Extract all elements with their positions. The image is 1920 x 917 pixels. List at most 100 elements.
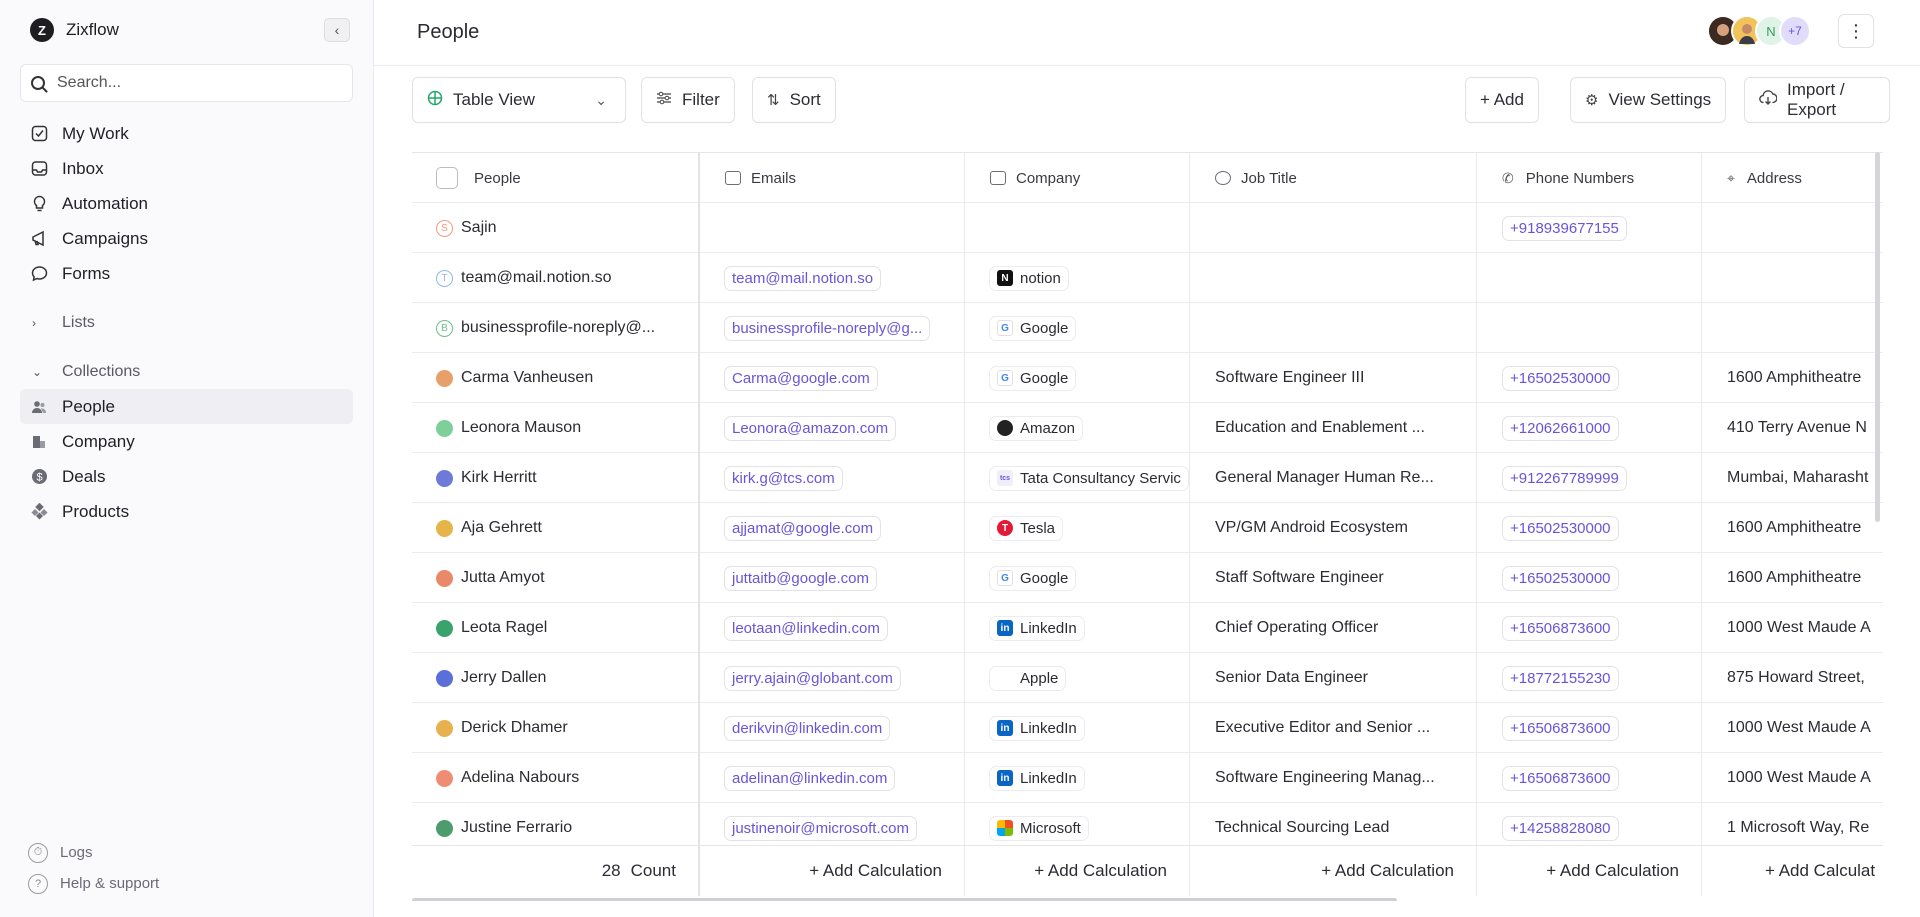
cell-email[interactable]: businessprofile-noreply@g... bbox=[700, 303, 965, 353]
cell-company[interactable]: in LinkedIn bbox=[965, 703, 1190, 753]
phone-chip[interactable]: +16502530000 bbox=[1502, 565, 1619, 591]
nav-item-automation[interactable]: Automation bbox=[20, 186, 353, 221]
table-row[interactable]: S Sajin +918939677155 bbox=[412, 203, 1883, 253]
view-settings-button[interactable]: ⚙ View Settings bbox=[1570, 77, 1727, 123]
cell-email[interactable]: team@mail.notion.so bbox=[700, 253, 965, 303]
cell-address[interactable]: 1600 Amphitheatre bbox=[1702, 353, 1883, 403]
collections-section-header[interactable]: ⌄ Collections bbox=[20, 354, 353, 389]
select-all-checkbox[interactable] bbox=[436, 167, 458, 189]
cell-email[interactable]: juttaitb@google.com bbox=[700, 553, 965, 603]
help-link[interactable]: ? Help & support bbox=[28, 868, 159, 899]
add-calculation-button[interactable]: + Add Calculation bbox=[1190, 846, 1477, 896]
cell-job-title[interactable] bbox=[1190, 303, 1477, 353]
column-header-phone-numbers[interactable]: ✆ Phone Numbers bbox=[1477, 153, 1702, 203]
cell-person-name[interactable]: Bbusinessprofile-noreply@... bbox=[412, 303, 700, 353]
column-header-people[interactable]: People bbox=[412, 153, 700, 203]
cell-person-name[interactable]: Adelina Nabours bbox=[412, 753, 700, 803]
nav-item-campaigns[interactable]: Campaigns bbox=[20, 221, 353, 256]
table-row[interactable]: Adelina Nabours adelinan@linkedin.com in Li… bbox=[412, 753, 1883, 803]
company-chip[interactable]: Amazon bbox=[989, 415, 1084, 441]
view-selector[interactable]: Table View ⌄ bbox=[412, 77, 626, 123]
cell-phone[interactable]: +918939677155 bbox=[1477, 203, 1702, 253]
table-row[interactable]: Tteam@mail.notion.so team@mail.notion.so N… bbox=[412, 253, 1883, 303]
email-chip[interactable]: derikvin@linkedin.com bbox=[724, 715, 891, 741]
email-chip[interactable]: team@mail.notion.so bbox=[724, 265, 882, 291]
company-chip[interactable]: Apple bbox=[989, 665, 1067, 691]
phone-chip[interactable]: +16506873600 bbox=[1502, 765, 1619, 791]
cell-job-title[interactable]: Executive Editor and Senior ... bbox=[1190, 703, 1477, 753]
cell-email[interactable]: jerry.ajain@globant.com bbox=[700, 653, 965, 703]
company-chip[interactable]: G Google bbox=[989, 365, 1077, 391]
cell-job-title[interactable]: Software Engineer III bbox=[1190, 353, 1477, 403]
cell-person-name[interactable]: S Sajin bbox=[412, 203, 700, 253]
company-chip[interactable]: G Google bbox=[989, 315, 1077, 341]
email-chip[interactable]: adelinan@linkedin.com bbox=[724, 765, 896, 791]
nav-item-inbox[interactable]: Inbox bbox=[20, 151, 353, 186]
cell-address[interactable]: 1000 West Maude A bbox=[1702, 753, 1883, 803]
email-chip[interactable]: jerry.ajain@globant.com bbox=[724, 665, 901, 691]
phone-chip[interactable]: +16502530000 bbox=[1502, 515, 1619, 541]
email-chip[interactable]: ajjamat@google.com bbox=[724, 515, 882, 541]
email-chip[interactable]: juttaitb@google.com bbox=[724, 565, 877, 591]
lists-section-header[interactable]: › Lists bbox=[20, 305, 353, 340]
cell-phone[interactable] bbox=[1477, 303, 1702, 353]
cell-job-title[interactable] bbox=[1190, 253, 1477, 303]
table-row[interactable]: Kirk Herritt kirk.g@tcs.com tcs Tata Consul… bbox=[412, 453, 1883, 503]
company-chip[interactable]: Nnotion bbox=[989, 265, 1069, 291]
table-row[interactable]: Carma Vanheusen Carma@google.com G Google So… bbox=[412, 353, 1883, 403]
more-avatars-badge[interactable]: +7 bbox=[1779, 15, 1811, 47]
cell-address[interactable]: 875 Howard Street, bbox=[1702, 653, 1883, 703]
company-chip[interactable]: in LinkedIn bbox=[989, 715, 1085, 741]
cell-phone[interactable] bbox=[1477, 253, 1702, 303]
cell-phone[interactable]: +16502530000 bbox=[1477, 553, 1702, 603]
add-calculation-button[interactable]: + Add Calculation bbox=[1477, 846, 1702, 896]
collaborator-avatars[interactable]: N +7 bbox=[1707, 15, 1811, 47]
cell-email[interactable]: leotaan@linkedin.com bbox=[700, 603, 965, 653]
cell-address[interactable]: 1000 West Maude A bbox=[1702, 703, 1883, 753]
collection-item-people[interactable]: People bbox=[20, 389, 353, 424]
cell-company[interactable]: in LinkedIn bbox=[965, 753, 1190, 803]
cell-phone[interactable]: +16502530000 bbox=[1477, 353, 1702, 403]
email-chip[interactable]: Leonora@amazon.com bbox=[724, 415, 897, 441]
cell-company[interactable]: Apple bbox=[965, 653, 1190, 703]
cell-company[interactable]: Amazon bbox=[965, 403, 1190, 453]
cell-job-title[interactable]: Education and Enablement ... bbox=[1190, 403, 1477, 453]
nav-item-forms[interactable]: Forms bbox=[20, 256, 353, 291]
cell-person-name[interactable]: Leota Ragel bbox=[412, 603, 700, 653]
cell-person-name[interactable]: Derick Dhamer bbox=[412, 703, 700, 753]
company-chip[interactable]: tcs Tata Consultancy Servic bbox=[989, 465, 1189, 491]
add-calculation-button[interactable]: + Add Calculat bbox=[1702, 846, 1883, 896]
cell-email[interactable]: Carma@google.com bbox=[700, 353, 965, 403]
add-calculation-button[interactable]: + Add Calculation bbox=[965, 846, 1190, 896]
cell-address[interactable]: 1000 West Maude A bbox=[1702, 603, 1883, 653]
cell-job-title[interactable]: Staff Software Engineer bbox=[1190, 553, 1477, 603]
cell-email[interactable]: adelinan@linkedin.com bbox=[700, 753, 965, 803]
cell-company[interactable] bbox=[965, 203, 1190, 253]
table-row[interactable]: Jerry Dallen jerry.ajain@globant.com Apple… bbox=[412, 653, 1883, 703]
table-row[interactable]: Jutta Amyot juttaitb@google.com G Google Sta… bbox=[412, 553, 1883, 603]
cell-job-title[interactable]: VP/GM Android Ecosystem bbox=[1190, 503, 1477, 553]
email-chip[interactable]: leotaan@linkedin.com bbox=[724, 615, 888, 641]
cell-person-name[interactable]: Leonora Mauson bbox=[412, 403, 700, 453]
horizontal-scrollbar[interactable] bbox=[412, 898, 1397, 901]
cell-person-name[interactable]: Jerry Dallen bbox=[412, 653, 700, 703]
company-chip[interactable]: Microsoft bbox=[989, 815, 1089, 841]
cell-phone[interactable]: +16506873600 bbox=[1477, 753, 1702, 803]
cell-job-title[interactable]: Software Engineering Manag... bbox=[1190, 753, 1477, 803]
cell-address[interactable] bbox=[1702, 203, 1883, 253]
phone-chip[interactable]: +912267789999 bbox=[1502, 465, 1627, 491]
company-chip[interactable]: G Google bbox=[989, 565, 1077, 591]
vertical-scrollbar[interactable] bbox=[1875, 152, 1880, 522]
cell-email[interactable]: Leonora@amazon.com bbox=[700, 403, 965, 453]
cell-company[interactable]: G Google bbox=[965, 353, 1190, 403]
phone-chip[interactable]: +16502530000 bbox=[1502, 365, 1619, 391]
cell-phone[interactable]: +16506873600 bbox=[1477, 603, 1702, 653]
table-row[interactable]: Aja Gehrett ajjamat@google.com T Tesla VP/GM… bbox=[412, 503, 1883, 553]
cell-company[interactable]: tcs Tata Consultancy Servic bbox=[965, 453, 1190, 503]
table-row[interactable]: Derick Dhamer derikvin@linkedin.com in Link… bbox=[412, 703, 1883, 753]
collection-item-products[interactable]: Products bbox=[20, 494, 353, 529]
collapse-sidebar-button[interactable]: ‹ bbox=[324, 18, 350, 42]
phone-chip[interactable]: +12062661000 bbox=[1502, 415, 1619, 441]
cell-email[interactable] bbox=[700, 203, 965, 253]
column-header-job-title[interactable]: Job Title bbox=[1190, 153, 1477, 203]
